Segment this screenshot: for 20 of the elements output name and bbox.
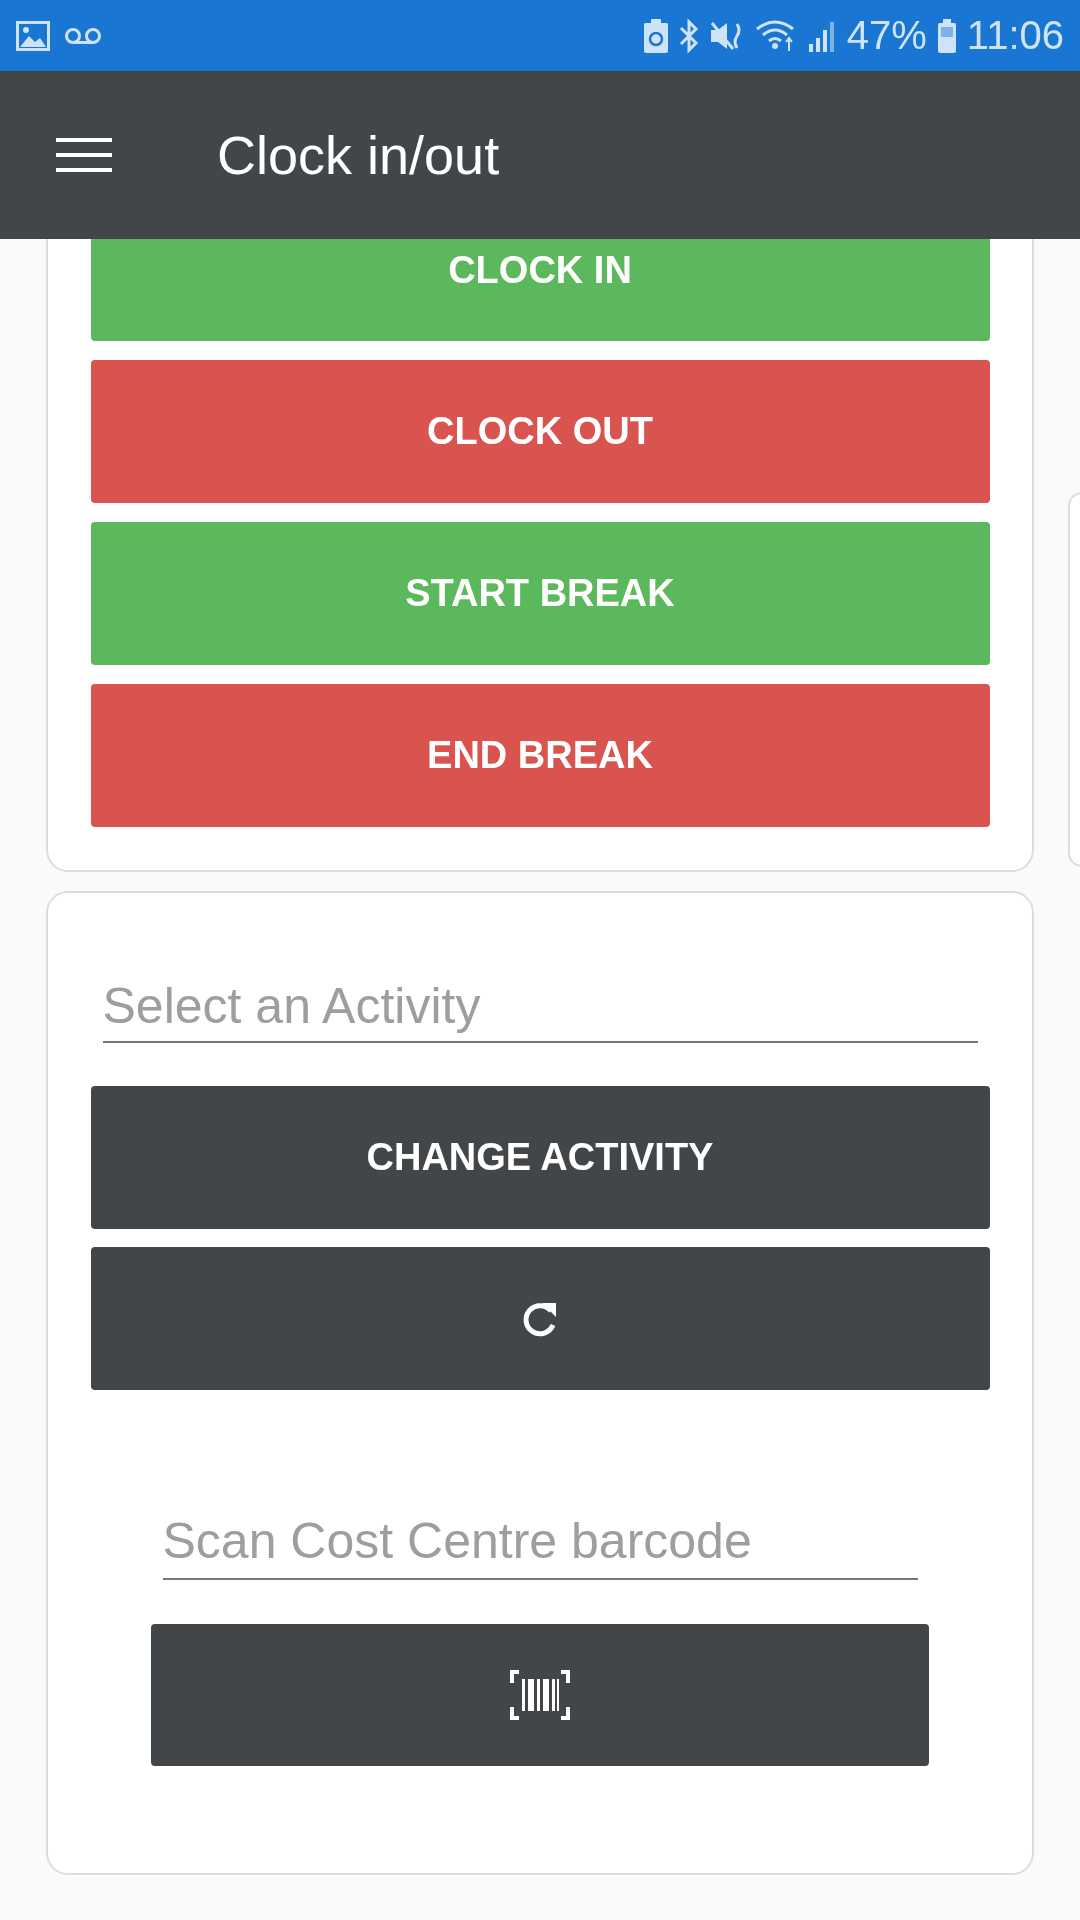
scan-button[interactable] xyxy=(151,1624,929,1766)
action-button[interactable]: END BREAK xyxy=(90,684,990,827)
battery-percent: 47% xyxy=(846,13,927,58)
page-title: Clock in/out xyxy=(217,124,500,186)
menu-icon[interactable] xyxy=(56,138,112,172)
barcode-scan-icon xyxy=(509,1669,571,1721)
signal-icon xyxy=(806,19,837,52)
battery-icon xyxy=(936,18,957,53)
refresh-button[interactable] xyxy=(90,1247,990,1390)
bluetooth-icon xyxy=(678,18,699,53)
change-activity-button[interactable]: CHANGE ACTIVITY xyxy=(90,1086,990,1229)
clock-time: 11:06 xyxy=(966,13,1064,58)
battery-saver-icon xyxy=(642,18,669,53)
action-button[interactable]: CLOCK OUT xyxy=(90,360,990,503)
activity-field[interactable]: Select an Activity xyxy=(102,971,978,1043)
action-button[interactable]: CLOCK IN xyxy=(90,239,990,341)
barcode-field[interactable]: Scan Cost Centre barcode xyxy=(162,1504,918,1580)
action-button[interactable]: START BREAK xyxy=(90,522,990,665)
picture-icon xyxy=(16,20,50,51)
voicemail-icon xyxy=(64,26,102,45)
